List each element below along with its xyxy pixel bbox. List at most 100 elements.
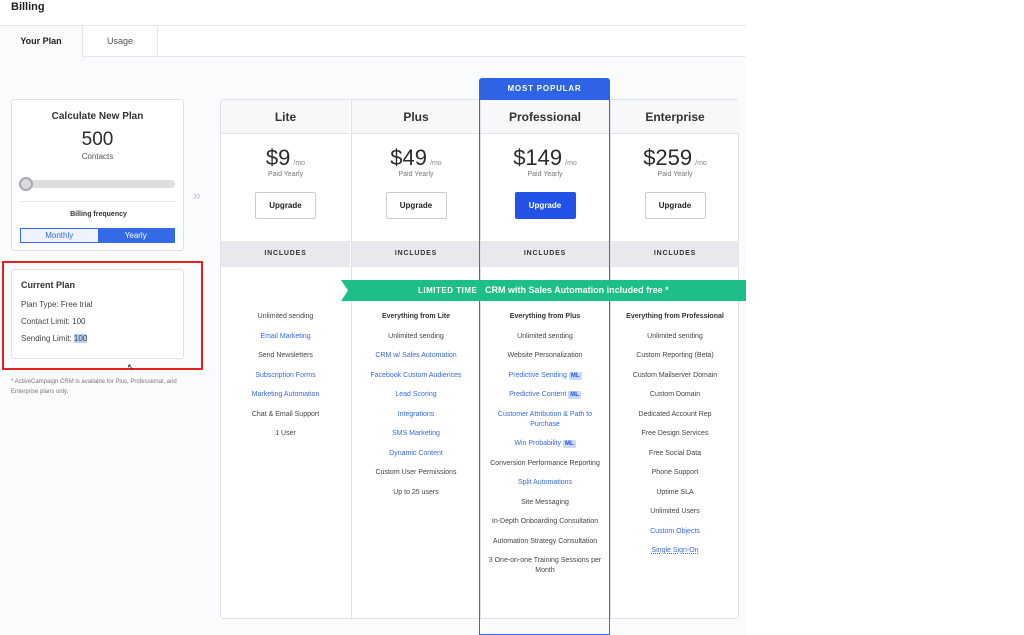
- tab-bar: Your Plan Usage: [0, 26, 746, 58]
- tab-usage[interactable]: Usage: [83, 26, 158, 57]
- plan-type: Plan Type: Free trial: [21, 300, 93, 309]
- feature-item: Unlimited sending: [487, 332, 603, 342]
- includes-header: INCLUDES: [221, 241, 350, 267]
- feature-label: Free Design Services: [641, 430, 709, 437]
- feature-label: Unlimited sending: [647, 332, 703, 340]
- feature-label: Dedicated Account Rep: [638, 410, 712, 418]
- billing-frequency-label: Billing frequency: [70, 211, 127, 218]
- billing-frequency-toggle: Monthly Yearly: [20, 228, 175, 243]
- plan-column-lite: Lite $9/mo Paid Yearly Upgrade INCLUDES Unlim…: [221, 100, 350, 620]
- feature-item: Conversion Performance Reporting: [487, 459, 603, 469]
- sending-limit-value: 100: [73, 334, 88, 343]
- billing-app: Billing Your Plan Usage Calculate New Pl…: [0, 0, 746, 635]
- sending-limit: Sending Limit: 100: [21, 334, 174, 343]
- feature-label: 3 One-on-one Training Sessions per Month: [488, 557, 602, 574]
- feature-item: Custom User Permissions: [358, 468, 474, 478]
- feature-item[interactable]: Predictive Sending ML: [487, 371, 603, 381]
- chevron-right-icon: »: [193, 187, 200, 203]
- feature-label: Conversion Performance Reporting: [490, 459, 600, 467]
- feature-label: Lead Scoring: [395, 391, 437, 398]
- feature-item[interactable]: Customer Attribution & Path to Purchase: [487, 410, 603, 430]
- feature-item[interactable]: Integrations: [358, 410, 474, 420]
- feature-label: Customer Attribution & Path to Purchase: [497, 410, 593, 428]
- monthly-option[interactable]: Monthly: [21, 229, 98, 242]
- mouse-cursor-icon: ↖: [127, 362, 135, 372]
- contacts-slider-handle[interactable]: [19, 177, 33, 191]
- price-period: /mo: [565, 160, 577, 167]
- price-row: $49/mo: [352, 145, 480, 170]
- feature-item[interactable]: CRM w/ Sales Automation: [358, 351, 474, 361]
- upgrade-button-enterprise[interactable]: Upgrade: [644, 192, 706, 219]
- plan-name: Professional: [481, 100, 609, 134]
- feature-label: Free Social Data: [648, 449, 702, 457]
- most-popular-badge: MOST POPULAR: [479, 78, 610, 100]
- price-row: $259/mo: [611, 145, 739, 170]
- feature-item: Free Design Services: [617, 429, 733, 439]
- feature-item[interactable]: Single Sign-On: [617, 546, 733, 556]
- feature-label: CRM w/ Sales Automation: [375, 352, 457, 359]
- feature-label: Custom Domain: [649, 391, 701, 398]
- feature-list: Everything from Professional Unlimited se…: [611, 312, 739, 566]
- divider: [21, 201, 175, 202]
- feature-item: Custom Mailserver Domain: [617, 371, 733, 381]
- feature-item[interactable]: Custom Objects: [617, 527, 733, 537]
- upgrade-button-lite[interactable]: Upgrade: [255, 192, 316, 219]
- plan-column-enterprise: Enterprise $259/mo Paid Yearly Upgrade INCLU…: [610, 100, 739, 620]
- feature-label: Custom Objects: [650, 527, 700, 535]
- feature-label: Custom Reporting (Beta): [636, 352, 714, 359]
- calculator-title: Calculate New Plan: [51, 111, 144, 122]
- contact-limit: Contact Limit: 100: [21, 317, 86, 326]
- feature-label: In-Depth Onboarding Consultation: [491, 518, 599, 525]
- feature-label: Win Probability: [514, 440, 561, 447]
- feature-label: Everything from Lite: [381, 313, 451, 320]
- price-period: /mo: [695, 160, 707, 167]
- billing-note: Paid Yearly: [527, 171, 563, 178]
- feature-item[interactable]: Lead Scoring: [358, 390, 474, 400]
- includes-header: INCLUDES: [611, 241, 739, 267]
- pricing-table: Lite $9/mo Paid Yearly Upgrade INCLUDES Unlim…: [220, 99, 739, 620]
- feature-item: 1 User: [227, 429, 344, 439]
- feature-item[interactable]: Marketing Automation: [227, 390, 344, 400]
- feature-item[interactable]: Split Automations: [487, 478, 603, 488]
- feature-item: Up to 25 users: [358, 488, 474, 498]
- current-plan-title: Current Plan: [21, 280, 76, 290]
- feature-label: Website Personalization: [507, 352, 583, 359]
- feature-item: 3 One-on-one Training Sessions per Month: [487, 556, 603, 576]
- feature-item[interactable]: Email Marketing: [227, 332, 344, 342]
- feature-item[interactable]: Facebook Custom Audiences: [358, 371, 474, 381]
- feature-item[interactable]: Predictive Content ML: [487, 390, 603, 400]
- contacts-slider-track[interactable]: [21, 180, 175, 188]
- feature-item: Everything from Plus: [487, 312, 603, 322]
- feature-label: Phone Support: [651, 469, 699, 476]
- ml-badge: ML: [568, 371, 582, 380]
- feature-item[interactable]: SMS Marketing: [358, 429, 474, 439]
- price-row: $9/mo: [221, 145, 350, 170]
- feature-item[interactable]: Dynamic Content: [358, 449, 474, 459]
- feature-item: Chat & Email Support: [227, 410, 344, 420]
- feature-item: Unlimited sending: [358, 332, 474, 342]
- feature-item[interactable]: Subscription Forms: [227, 371, 344, 381]
- upgrade-button-plus[interactable]: Upgrade: [385, 192, 447, 219]
- yearly-option[interactable]: Yearly: [97, 229, 174, 242]
- feature-item: Automation Strategy Consultation: [487, 537, 603, 547]
- feature-label: Email Marketing: [260, 332, 311, 340]
- tab-your-plan[interactable]: Your Plan: [0, 26, 83, 58]
- feature-label: Predictive Sending: [508, 371, 567, 379]
- upgrade-button-professional[interactable]: Upgrade: [514, 192, 576, 219]
- feature-label: Uptime SLA: [656, 488, 694, 496]
- feature-label: Unlimited sending: [257, 313, 314, 320]
- feature-label: Everything from Plus: [509, 313, 581, 320]
- page-title: Billing: [11, 1, 45, 13]
- plan-name: Lite: [221, 100, 350, 134]
- feature-item[interactable]: Win Probability ML: [487, 439, 603, 449]
- ribbon-text: CRM with Sales Automation included free …: [485, 285, 669, 295]
- plan-price: $149: [513, 145, 563, 170]
- feature-item: Dedicated Account Rep: [617, 410, 733, 420]
- feature-list: Everything from Plus Unlimited sending Web…: [481, 312, 609, 586]
- feature-label: Subscription Forms: [255, 371, 316, 379]
- feature-item: Unlimited sending: [227, 312, 344, 322]
- feature-label: SMS Marketing: [392, 430, 440, 437]
- feature-label: Site Messaging: [521, 498, 569, 506]
- feature-label: Integrations: [397, 410, 435, 418]
- plan-column-plus: Plus $49/mo Paid Yearly Upgrade INCLUDES Ever…: [351, 100, 480, 620]
